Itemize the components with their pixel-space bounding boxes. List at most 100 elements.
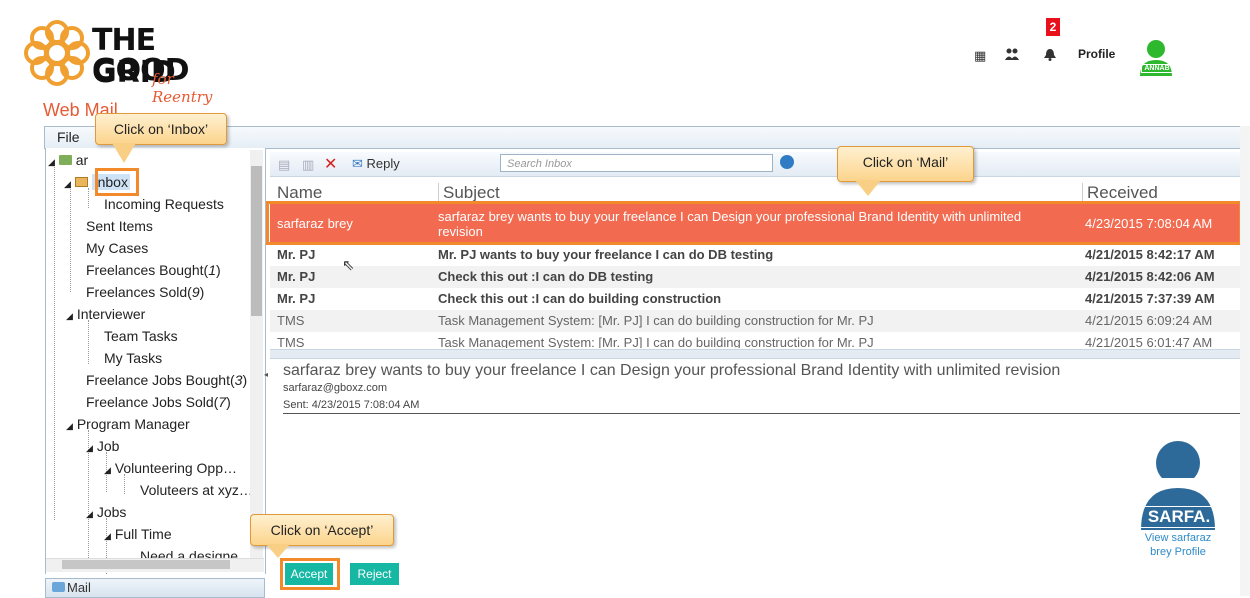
row-subject: Check this out :I can do DB testing xyxy=(438,269,654,284)
tree-item-freelance-jobs-sold[interactable]: Freelance Jobs Sold(7) xyxy=(86,394,231,410)
tree-item-freelances-bought[interactable]: Freelances Bought(1) xyxy=(86,262,221,278)
tree-item-voluteers[interactable]: Voluteers at xyz… xyxy=(140,482,253,498)
row-subject: Task Management System: [Mr. PJ] I can d… xyxy=(438,335,874,348)
paren: ) xyxy=(199,284,205,300)
folder-tree: ◢ ar ◢ Inbox Incoming Requests Sent Item… xyxy=(45,148,266,574)
link-line-2: brey Profile xyxy=(1150,546,1206,558)
callout-mail: Click on ‘Mail’ xyxy=(837,146,974,182)
expand-icon[interactable]: ◢ xyxy=(86,443,93,453)
bell-icon[interactable] xyxy=(1044,48,1056,64)
label: Interviewer xyxy=(76,306,146,322)
label: Freelance Jobs Bought( xyxy=(86,372,235,388)
expand-icon[interactable]: ◢ xyxy=(64,179,71,189)
count: 7 xyxy=(218,394,227,410)
delete-icon[interactable]: ✕ xyxy=(324,154,337,174)
folder-icon xyxy=(58,155,72,165)
label: Volunteering Opp… xyxy=(114,460,238,476)
tree-item-interviewer[interactable]: ◢ Interviewer xyxy=(66,306,145,322)
paren: ) xyxy=(242,372,248,388)
callout-mail-pointer xyxy=(855,180,881,196)
logo-tagline: for Reentry xyxy=(152,70,213,106)
mail-row[interactable]: Mr. PJ Check this out :I can do building… xyxy=(270,288,1240,310)
reject-button[interactable]: Reject xyxy=(350,563,399,585)
users-icon[interactable] xyxy=(1005,48,1019,63)
callout-inbox-pointer xyxy=(112,143,136,163)
tree-root-label: ar xyxy=(75,152,89,168)
mail-list-header: Name Subject Received xyxy=(270,180,1240,203)
mail-row[interactable]: TMS Task Management System: [Mr. PJ] I c… xyxy=(270,332,1240,348)
apps-grid-icon[interactable]: ▦ xyxy=(974,48,986,64)
sender-avatar-label: SARFA. xyxy=(1139,506,1219,528)
callout-accept: Click on ‘Accept’ xyxy=(250,514,394,546)
profile-link[interactable]: Profile xyxy=(1078,47,1115,61)
column-received[interactable]: Received xyxy=(1082,183,1158,203)
label: Job xyxy=(96,438,120,454)
search-input[interactable]: Search Inbox xyxy=(500,154,773,172)
mail-row-highlight xyxy=(266,201,1242,245)
reply-button[interactable]: ✉ Reply xyxy=(352,156,400,172)
tree-item-my-cases[interactable]: My Cases xyxy=(86,240,148,256)
column-subject[interactable]: Subject xyxy=(438,183,500,203)
expand-icon[interactable]: ◢ xyxy=(66,421,73,431)
file-menu[interactable]: File xyxy=(57,129,80,145)
tree-item-sent-items[interactable]: Sent Items xyxy=(86,218,153,234)
mail-row[interactable]: TMS Task Management System: [Mr. PJ] I c… xyxy=(270,310,1240,332)
expand-icon[interactable]: ◢ xyxy=(86,509,93,519)
row-name: Mr. PJ xyxy=(277,247,316,262)
sender-avatar[interactable]: SARFA. xyxy=(1135,438,1221,530)
print-icon[interactable]: ▤ xyxy=(278,157,290,173)
mouse-cursor-icon: ⇖ xyxy=(342,257,355,274)
logo[interactable]: THE GOOD GRID for Reentry xyxy=(22,14,232,106)
search-icon[interactable] xyxy=(780,155,794,169)
tree-item-my-tasks[interactable]: My Tasks xyxy=(104,350,162,366)
column-name[interactable]: Name xyxy=(277,183,322,203)
inbox-icon xyxy=(74,177,88,187)
link-line-1: View sarfaraz xyxy=(1144,532,1212,544)
row-name: Mr. PJ xyxy=(277,269,316,284)
preview-sent: Sent: 4/23/2015 7:08:04 AM xyxy=(283,399,420,411)
preview-from: sarfaraz@gboxz.com xyxy=(283,382,388,394)
count: 1 xyxy=(208,262,216,278)
label: Freelances Bought( xyxy=(86,262,209,278)
tree-item-job[interactable]: ◢ Job xyxy=(86,438,119,454)
mail-row[interactable]: Mr. PJ Check this out :I can do DB testi… xyxy=(270,266,1240,288)
tree-item-jobs[interactable]: ◢ Jobs xyxy=(86,504,126,520)
view-sender-profile-link[interactable]: View sarfaraz brey Profile xyxy=(1128,531,1228,559)
tree-root[interactable]: ◢ ar xyxy=(48,152,88,168)
tree-scroll-thumb[interactable] xyxy=(251,166,262,316)
tree-item-volunteering[interactable]: ◢ Volunteering Opp… xyxy=(104,460,237,476)
expand-icon[interactable]: ◢ xyxy=(48,157,55,167)
row-subject: Task Management System: [Mr. PJ] I can d… xyxy=(438,313,874,328)
tree-item-team-tasks[interactable]: Team Tasks xyxy=(104,328,178,344)
expand-icon[interactable]: ◢ xyxy=(66,311,73,321)
tree-item-program-manager[interactable]: ◢ Program Manager xyxy=(66,416,190,432)
accept-highlight xyxy=(280,558,340,590)
expand-icon[interactable]: ◢ xyxy=(104,531,111,541)
notification-badge: 2 xyxy=(1046,18,1060,36)
row-name: TMS xyxy=(277,313,305,328)
move-icon[interactable]: ▥ xyxy=(302,157,314,173)
inbox-highlight xyxy=(95,168,139,196)
row-received: 4/21/2015 7:37:39 AM xyxy=(1085,291,1215,306)
count: 9 xyxy=(191,284,200,300)
preview-divider xyxy=(283,413,1240,414)
row-subject: Check this out :I can do building constr… xyxy=(438,291,722,306)
tree-item-freelance-jobs-bought[interactable]: Freelance Jobs Bought(3) xyxy=(86,372,247,388)
tree-hscroll-thumb[interactable] xyxy=(62,560,230,569)
collapse-panel-icon[interactable]: ◂ xyxy=(264,370,268,379)
tree-item-full-time[interactable]: ◢ Full Time xyxy=(104,526,172,542)
preview-splitter[interactable] xyxy=(270,349,1240,359)
mail-row[interactable]: Mr. PJ Mr. PJ wants to buy your freelanc… xyxy=(270,244,1240,266)
callout-inbox: Click on ‘Inbox’ xyxy=(95,113,227,145)
page-scrollbar[interactable] xyxy=(1240,126,1250,596)
mail-icon xyxy=(52,582,65,592)
label: Freelance Jobs Sold( xyxy=(86,394,219,410)
reply-label: Reply xyxy=(366,156,400,171)
mail-tab[interactable]: Mail xyxy=(45,578,265,598)
user-avatar[interactable]: ANNAB xyxy=(1137,38,1175,76)
tree-item-freelances-sold[interactable]: Freelances Sold(9) xyxy=(86,284,204,300)
tree-item-incoming-requests[interactable]: Incoming Requests xyxy=(104,196,224,212)
expand-icon[interactable]: ◢ xyxy=(104,465,111,475)
row-name: TMS xyxy=(277,335,305,348)
row-subject: Mr. PJ wants to buy your freelance I can… xyxy=(438,247,774,262)
